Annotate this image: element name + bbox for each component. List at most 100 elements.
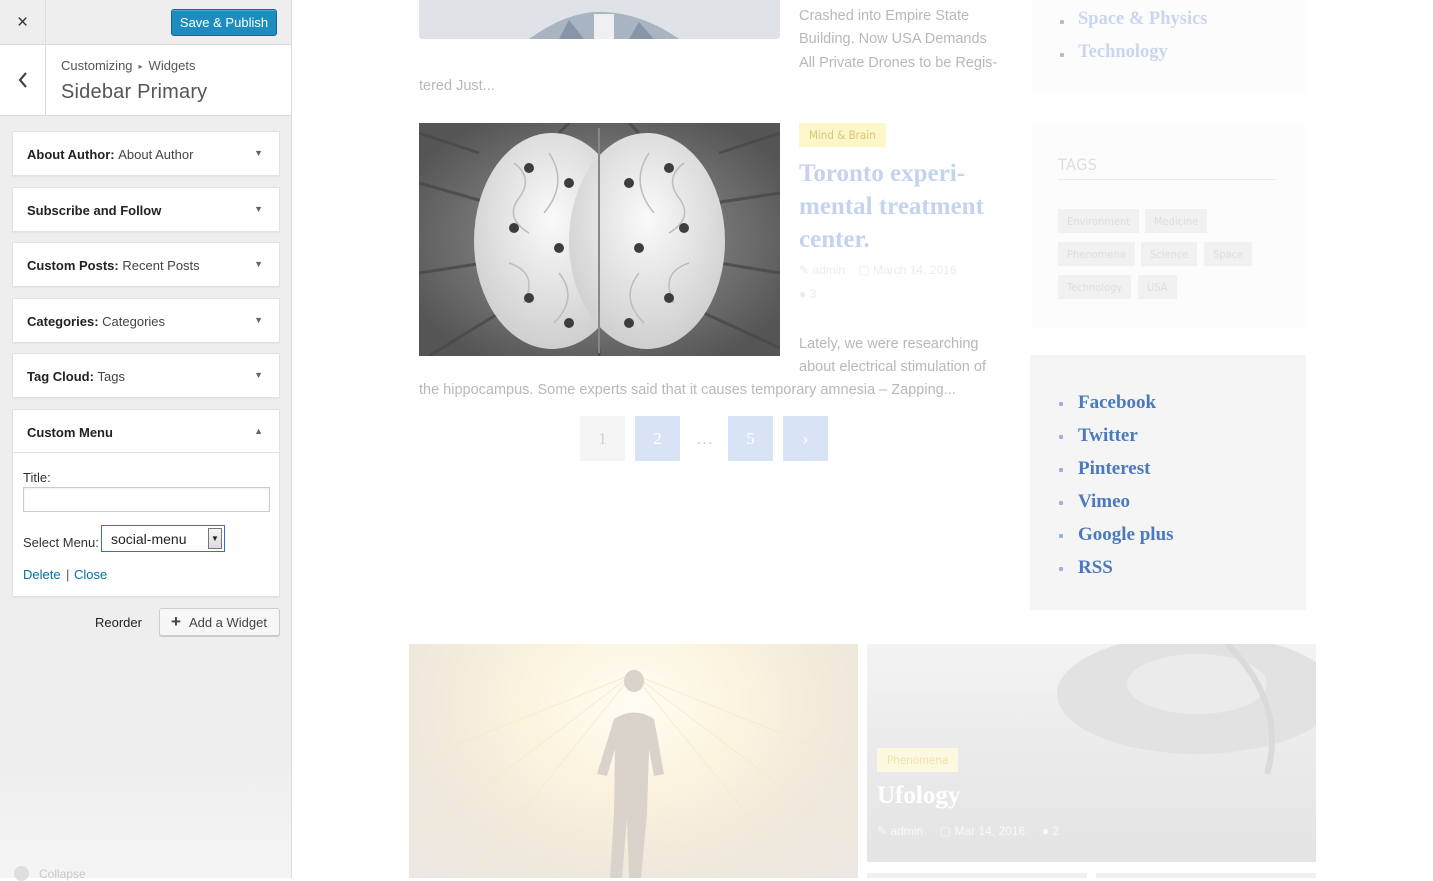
- tag[interactable]: USA: [1138, 275, 1177, 299]
- post-title[interactable]: Ufology: [877, 782, 960, 810]
- post-image-brain[interactable]: [419, 123, 780, 356]
- title-input[interactable]: [23, 487, 270, 512]
- collapse-button[interactable]: Collapse: [14, 866, 86, 881]
- back-arrow-icon[interactable]: [0, 45, 46, 115]
- widget-title: About Author: About Author: [27, 147, 194, 162]
- widget-custom-menu-header[interactable]: Custom Menu ▲: [13, 410, 279, 453]
- post-author[interactable]: admin: [890, 824, 923, 838]
- social-menu-widget: Facebook Twitter Pinterest Vimeo Google …: [1030, 355, 1306, 610]
- widget-subtitle: Recent Posts: [122, 258, 200, 273]
- category-link[interactable]: Space & Physics: [1078, 9, 1208, 30]
- widget-custom-menu: Custom Menu ▲ Title: Select Menu: social…: [12, 409, 280, 597]
- breadcrumb-separator-icon: ▸: [138, 62, 143, 71]
- menu-link-vimeo[interactable]: Vimeo: [1078, 491, 1130, 513]
- collapse-icon: [14, 866, 29, 881]
- bullet: [1059, 534, 1063, 538]
- calendar-icon: ▢: [939, 824, 952, 838]
- post-excerpt-tail: tered Just...: [419, 78, 495, 94]
- category-label[interactable]: Mind & Brain: [799, 123, 886, 147]
- post-date: Mar 14, 2016: [954, 824, 1026, 838]
- caret-down-icon[interactable]: ▼: [254, 259, 263, 269]
- menu-link-rss[interactable]: RSS: [1078, 557, 1113, 579]
- divider: [1058, 179, 1276, 180]
- post-comments[interactable]: ● 3: [799, 287, 816, 301]
- page-ellipsis: …: [696, 428, 713, 448]
- menu-link-google-plus[interactable]: Google plus: [1078, 524, 1174, 546]
- tag[interactable]: Phenomena: [1058, 242, 1135, 266]
- caret-down-icon[interactable]: ▼: [254, 148, 263, 158]
- next-page-icon[interactable]: ›: [783, 416, 828, 461]
- menu-link-twitter[interactable]: Twitter: [1078, 425, 1138, 447]
- page-2[interactable]: 2: [635, 416, 680, 461]
- breadcrumb-parent: Customizing: [61, 58, 133, 73]
- link-separator: |: [66, 567, 70, 582]
- pencil-icon: ✎: [799, 263, 810, 277]
- page-5[interactable]: 5: [728, 416, 773, 461]
- select-menu-value: social-menu: [111, 531, 187, 547]
- caret-down-icon[interactable]: ▼: [254, 315, 263, 325]
- widget-subscribe-follow[interactable]: Subscribe and Follow ▼: [12, 187, 280, 232]
- widget-title: Tag Cloud: Tags: [27, 369, 126, 384]
- tag[interactable]: Technology: [1058, 275, 1132, 299]
- select-menu-dropdown[interactable]: social-menu ▼: [101, 525, 225, 552]
- page-1[interactable]: 1: [580, 416, 625, 461]
- section-header: Customizing ▸ Widgets Sidebar Primary: [0, 45, 291, 116]
- tag[interactable]: Science: [1141, 242, 1198, 266]
- widget-tag-cloud[interactable]: Tag Cloud: Tags ▼: [12, 353, 280, 398]
- tags-widget: TAGS Environment Medicine Phenomena Scie…: [1032, 123, 1305, 328]
- post-image[interactable]: [419, 0, 780, 39]
- save-publish-button[interactable]: Save & Publish: [171, 9, 277, 36]
- widget-type: Subscribe and Follow: [27, 203, 162, 218]
- bullet: [1060, 20, 1064, 24]
- site-preview: Crashed into Empire State Building. Now …: [292, 0, 1433, 878]
- post-excerpt-continued: the hippocampus. Some experts said that …: [419, 382, 956, 398]
- bullet: [1059, 468, 1063, 472]
- close-link[interactable]: Close: [74, 567, 107, 582]
- add-widget-button[interactable]: + Add a Widget: [159, 608, 280, 636]
- comment-count: 2: [1052, 824, 1060, 838]
- post-excerpt: Lately, we were researching about electr…: [799, 336, 986, 376]
- title-field-label: Title:: [23, 470, 51, 485]
- reorder-button[interactable]: Reorder: [95, 615, 142, 630]
- next-card-edge: [1096, 873, 1316, 878]
- comment-icon: ●: [799, 287, 807, 301]
- panel-title: Sidebar Primary: [61, 81, 208, 103]
- caret-up-icon[interactable]: ▲: [254, 426, 263, 436]
- bullet: [1059, 435, 1063, 439]
- tag[interactable]: Space: [1204, 242, 1253, 266]
- widget-type: About Author: [27, 147, 111, 162]
- category-label[interactable]: Phenomena: [877, 748, 959, 772]
- dropdown-arrow-icon[interactable]: ▼: [208, 528, 222, 549]
- widget-custom-posts[interactable]: Custom Posts: Recent Posts ▼: [12, 242, 280, 287]
- widget-type: Categories: [27, 314, 95, 329]
- delete-link[interactable]: Delete: [23, 567, 61, 582]
- menu-link-pinterest[interactable]: Pinterest: [1078, 458, 1150, 480]
- add-widget-label: Add a Widget: [188, 614, 267, 630]
- featured-image-ufology[interactable]: Phenomena Ufology ✎ admin ▢ Mar 14, 2016…: [867, 644, 1316, 862]
- featured-image-left[interactable]: [409, 644, 858, 878]
- bullet: [1059, 567, 1063, 571]
- widget-type: Tag Cloud: [27, 369, 90, 384]
- widget-categories[interactable]: Categories: Categories ▼: [12, 298, 280, 343]
- plus-icon: +: [171, 612, 181, 631]
- caret-down-icon[interactable]: ▼: [254, 370, 263, 380]
- widget-title: Custom Menu: [27, 425, 113, 440]
- category-link[interactable]: Technology: [1078, 42, 1168, 63]
- bullet: [1060, 53, 1064, 57]
- close-icon[interactable]: ×: [0, 0, 46, 45]
- menu-link-facebook[interactable]: Facebook: [1078, 392, 1156, 414]
- widget-title: Categories: Categories: [27, 314, 166, 329]
- tag[interactable]: Medicine: [1145, 209, 1208, 233]
- widget-subtitle: Categories: [102, 314, 166, 329]
- calendar-icon: ▢: [858, 263, 870, 277]
- post-date: March 14, 2016: [873, 263, 957, 277]
- breadcrumb-current: Widgets: [148, 58, 196, 73]
- caret-down-icon[interactable]: ▼: [254, 204, 263, 214]
- post-author[interactable]: admin: [812, 263, 845, 277]
- comment-count: 3: [809, 287, 817, 301]
- widget-title: Subscribe and Follow: [27, 203, 161, 218]
- post-title[interactable]: Toronto experi- mental treatment center.: [799, 157, 1009, 256]
- tags-title: TAGS: [1058, 155, 1098, 174]
- tag[interactable]: Environment: [1058, 209, 1140, 233]
- widget-about-author[interactable]: About Author: About Author ▼: [12, 131, 280, 176]
